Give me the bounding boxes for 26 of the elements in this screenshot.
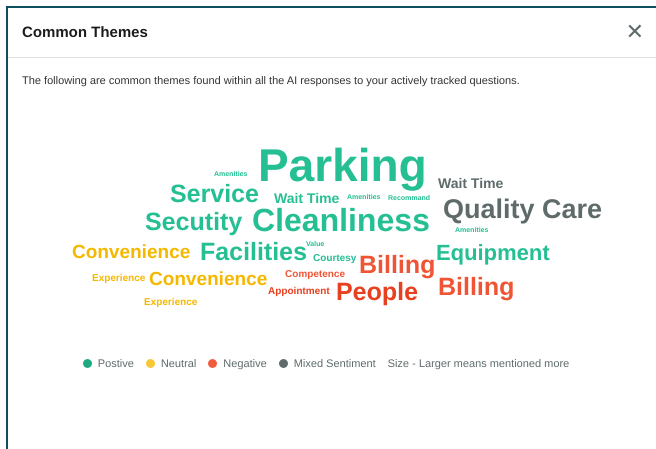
description-text: The following are common themes found within all the AI responses to your actively tracked questions. <box>21 74 521 88</box>
theme-word: Service <box>170 183 259 206</box>
theme-word: Parking <box>258 139 427 192</box>
theme-word: People <box>336 281 418 304</box>
legend-label: Mixed Sentiment <box>294 358 376 370</box>
dialog-title: Common Themes <box>22 24 148 41</box>
legend-label: Negative <box>223 358 267 370</box>
theme-word: Billing <box>359 254 436 277</box>
theme-word: Convenience <box>149 271 268 288</box>
theme-word: Wait Time <box>438 177 504 190</box>
legend-note: Size - Larger means mentioned more <box>388 358 570 370</box>
theme-word: Billing <box>438 276 514 299</box>
close-button[interactable]: ✕ <box>622 22 648 44</box>
theme-word: Appointment <box>268 287 330 296</box>
theme-word: Wait Time <box>274 192 340 205</box>
theme-word: Competence <box>285 270 346 280</box>
legend-label: Postive <box>98 358 134 370</box>
theme-word: Courtesy <box>313 254 356 264</box>
theme-word: Facilities <box>200 241 307 264</box>
legend-label: Neutral <box>160 358 196 370</box>
theme-word: Cleanliness <box>252 206 430 236</box>
theme-word: Convenience <box>72 244 190 262</box>
theme-word: Secutity <box>145 211 242 234</box>
theme-word: Experience <box>92 274 146 284</box>
theme-word: Experience <box>144 298 198 308</box>
theme-word: Equipment <box>436 242 550 263</box>
